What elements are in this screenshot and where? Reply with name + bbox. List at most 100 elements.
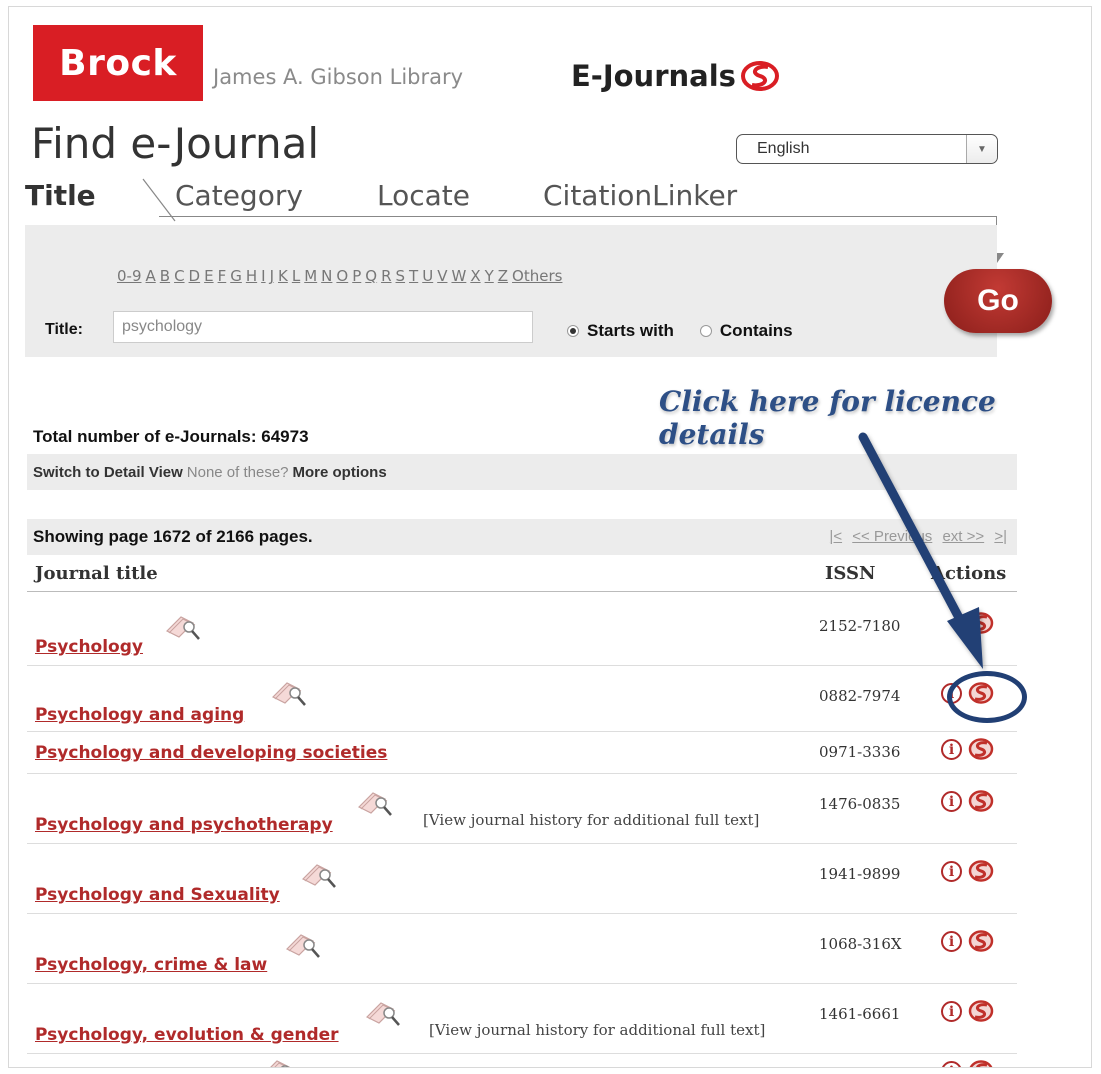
full-text-icon[interactable] bbox=[283, 927, 323, 966]
alpha-link[interactable]: L bbox=[292, 267, 300, 285]
journal-title-link[interactable]: Psychology, evolution & gender bbox=[35, 1025, 339, 1045]
first-page-link[interactable]: |< bbox=[829, 528, 842, 545]
starts-with-radio[interactable] bbox=[567, 325, 579, 337]
alpha-link[interactable]: J bbox=[270, 267, 274, 285]
alpha-link[interactable]: N bbox=[321, 267, 332, 285]
pager: |< << Previous ext >> >| bbox=[823, 528, 1007, 545]
contains-label[interactable]: Contains bbox=[720, 321, 793, 341]
table-row: Psychology and aging 0882-7974 i bbox=[27, 665, 1017, 732]
header-rule bbox=[27, 591, 1017, 592]
tab-citationlinker[interactable]: CitationLinker bbox=[543, 179, 737, 212]
alpha-link[interactable]: D bbox=[189, 267, 201, 285]
journal-history-note[interactable]: [View journal history for additional ful… bbox=[429, 1021, 765, 1039]
issn-value: 1941-9899 bbox=[819, 865, 901, 883]
full-text-icon[interactable] bbox=[163, 609, 203, 648]
info-icon[interactable]: i bbox=[941, 861, 962, 882]
sfx-menu-icon[interactable] bbox=[967, 859, 995, 888]
table-row: Psychology and developing societies 0971-… bbox=[27, 731, 1017, 774]
alpha-link[interactable]: T bbox=[409, 267, 418, 285]
sfx-menu-icon[interactable] bbox=[967, 1059, 995, 1067]
alpha-link[interactable]: W bbox=[451, 267, 466, 285]
full-text-icon[interactable] bbox=[363, 995, 403, 1034]
sfx-menu-icon[interactable] bbox=[967, 789, 995, 818]
alpha-link[interactable]: S bbox=[396, 267, 406, 285]
column-header-title: Journal title bbox=[35, 563, 158, 584]
alpha-link[interactable]: V bbox=[437, 267, 447, 285]
previous-page-link[interactable]: << Previous bbox=[852, 528, 932, 545]
alpha-link[interactable]: K bbox=[278, 267, 288, 285]
total-count: Total number of e-Journals: 64973 bbox=[33, 427, 309, 446]
search-tabs: Title Category Locate CitationLinker bbox=[25, 178, 1025, 222]
view-options-bar: Switch to Detail View None of these? Mor… bbox=[27, 454, 1017, 490]
alpha-link[interactable]: 0-9 bbox=[117, 267, 142, 285]
info-icon[interactable]: i bbox=[941, 791, 962, 812]
full-text-icon[interactable] bbox=[355, 785, 395, 824]
contains-radio[interactable] bbox=[699, 325, 712, 337]
table-row: 0887-6446 i bbox=[27, 1053, 1017, 1067]
info-icon[interactable]: i bbox=[941, 739, 962, 760]
sfx-menu-icon[interactable] bbox=[967, 929, 995, 958]
highlight-circle bbox=[947, 671, 1027, 723]
more-options-link[interactable]: More options bbox=[293, 464, 387, 481]
alpha-link[interactable]: Y bbox=[485, 267, 494, 285]
alpha-link[interactable]: F bbox=[218, 267, 227, 285]
journal-title-link[interactable]: Psychology and psychotherapy bbox=[35, 815, 333, 835]
full-text-icon[interactable] bbox=[299, 857, 339, 896]
next-page-link[interactable]: ext >> bbox=[942, 528, 984, 545]
alpha-link[interactable]: I bbox=[261, 267, 265, 285]
pagination-bar: Showing page 1672 of 2166 pages. |< << P… bbox=[27, 519, 1017, 555]
ejournals-logo-text: E-Journals bbox=[571, 59, 736, 93]
issn-value: 1461-6661 bbox=[819, 1005, 901, 1023]
full-text-icon[interactable] bbox=[269, 675, 309, 714]
info-icon[interactable]: i bbox=[941, 1061, 962, 1067]
journal-title-link[interactable]: Psychology and Sexuality bbox=[35, 885, 280, 905]
alpha-link[interactable]: H bbox=[246, 267, 257, 285]
go-button[interactable]: Go bbox=[944, 269, 1052, 333]
page-info: Showing page 1672 of 2166 pages. bbox=[33, 527, 313, 546]
alpha-link[interactable]: E bbox=[204, 267, 213, 285]
alpha-link[interactable]: C bbox=[174, 267, 184, 285]
starts-with-label[interactable]: Starts with bbox=[587, 321, 674, 341]
alpha-link[interactable]: O bbox=[336, 267, 348, 285]
tab-rule bbox=[159, 216, 997, 217]
issn-value: 1476-0835 bbox=[819, 795, 901, 813]
journal-title-link[interactable]: Psychology and developing societies bbox=[35, 743, 387, 763]
issn-value: 0971-3336 bbox=[819, 743, 901, 761]
column-header-issn: ISSN bbox=[825, 563, 876, 584]
title-search-input[interactable] bbox=[113, 311, 533, 343]
search-panel: 0-9 A B C D E F G H I J K L M N O P Q R S T U V W X Y Z Others Titl… bbox=[25, 225, 997, 357]
info-icon[interactable]: i bbox=[941, 931, 962, 952]
alpha-link[interactable]: R bbox=[381, 267, 391, 285]
alpha-link[interactable]: Z bbox=[498, 267, 508, 285]
sfx-menu-icon[interactable] bbox=[967, 999, 995, 1028]
sfx-menu-icon[interactable] bbox=[967, 737, 995, 766]
journal-title-link[interactable]: Psychology bbox=[35, 637, 143, 657]
alpha-link[interactable]: G bbox=[230, 267, 242, 285]
journal-title-link[interactable]: Psychology, crime & law bbox=[35, 955, 267, 975]
info-icon[interactable]: i bbox=[941, 1001, 962, 1022]
alpha-link[interactable]: U bbox=[422, 267, 433, 285]
language-select[interactable]: English ▼ bbox=[736, 134, 998, 164]
full-text-icon[interactable] bbox=[259, 1053, 299, 1067]
alpha-link[interactable]: A bbox=[146, 267, 156, 285]
table-row: Psychology and psychotherapy [View journa… bbox=[27, 773, 1017, 844]
switch-detail-view-link[interactable]: Switch to Detail View bbox=[33, 464, 183, 481]
alpha-link[interactable]: B bbox=[160, 267, 170, 285]
alpha-index: 0-9 A B C D E F G H I J K L M N O P Q R S T U V W X Y Z Others bbox=[117, 267, 566, 285]
page-title: Find e-Journal bbox=[31, 119, 319, 168]
ejournals-logo: E-Journals bbox=[571, 59, 780, 93]
last-page-link[interactable]: >| bbox=[994, 528, 1007, 545]
brock-logo[interactable]: Brock bbox=[33, 25, 203, 101]
alpha-link[interactable]: Q bbox=[365, 267, 377, 285]
journal-history-note[interactable]: [View journal history for additional ful… bbox=[423, 811, 759, 829]
sfx-menu-icon[interactable] bbox=[967, 611, 995, 640]
tab-category[interactable]: Category bbox=[175, 179, 303, 212]
tab-title[interactable]: Title bbox=[25, 179, 96, 212]
alpha-link[interactable]: Others bbox=[512, 267, 562, 285]
alpha-link[interactable]: P bbox=[352, 267, 361, 285]
alpha-link[interactable]: M bbox=[304, 267, 317, 285]
alpha-link[interactable]: X bbox=[470, 267, 480, 285]
chevron-down-icon[interactable]: ▼ bbox=[966, 135, 997, 163]
tab-locate[interactable]: Locate bbox=[377, 179, 470, 212]
journal-title-link[interactable]: Psychology and aging bbox=[35, 705, 244, 725]
